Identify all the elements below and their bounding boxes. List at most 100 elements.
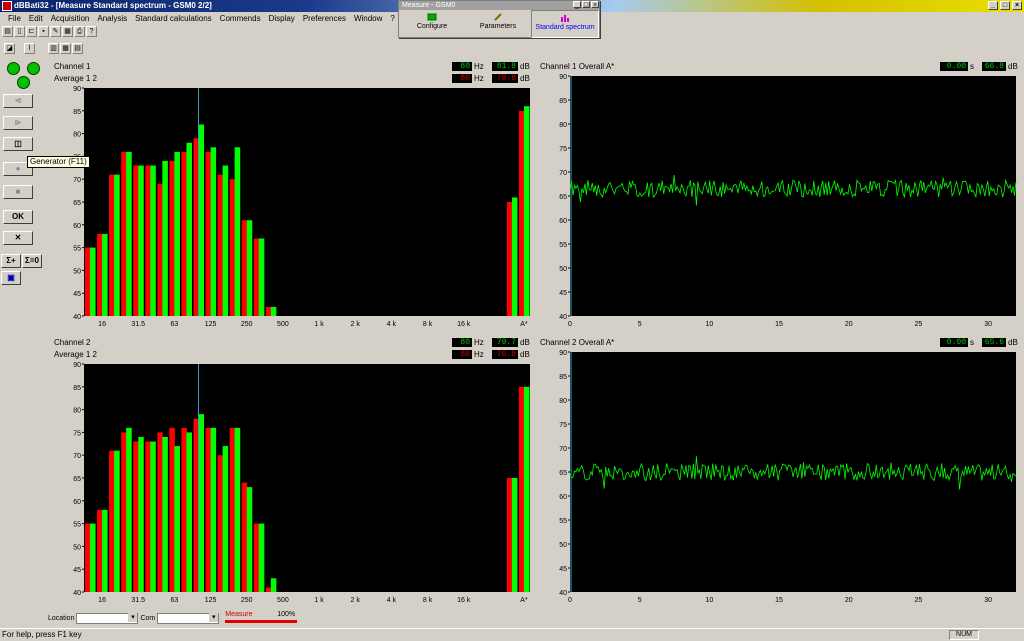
float-maximize-button[interactable]: □ (582, 1, 590, 9)
spectrum-bar (145, 441, 151, 592)
spectrum-bar (523, 386, 530, 592)
y-tick-label: 55 (73, 522, 81, 529)
maximize-button[interactable]: □ (1000, 1, 1010, 10)
menu-file[interactable]: File (4, 12, 25, 26)
spectrum-bar (186, 432, 192, 592)
panel-title: Channel 2 Overall A* (540, 338, 615, 347)
x-tick-label: 16 (98, 321, 106, 328)
spectrum-bar (109, 174, 115, 316)
float-close-button[interactable]: × (591, 1, 599, 9)
x-tick-label: 15 (775, 321, 783, 328)
x-tick-label: 1 k (314, 597, 324, 604)
table-view-icon[interactable]: ▦ (60, 43, 71, 54)
spectrum-bar (217, 174, 224, 316)
y-tick-label: 90 (73, 362, 81, 369)
x-tick-label: 0 (568, 321, 572, 328)
spectrum-bar (114, 174, 120, 316)
float-minimize-button[interactable]: _ (573, 1, 581, 9)
spectrum-bar (506, 478, 513, 592)
level-readout-2: 78.8 (492, 74, 518, 83)
x-tick-label: 16 k (457, 597, 471, 604)
freq-unit: Hz (474, 338, 484, 347)
parameters-button[interactable]: Parameters (465, 10, 531, 38)
overall-chart[interactable]: 40 45 50 55 60 65 70 75 80 85 90 0 5 10 15 20 25 30 (536, 348, 1022, 610)
spectrum-bar (253, 238, 260, 316)
minimize-button[interactable]: _ (988, 1, 998, 10)
generator-tooltip: Generator (F11) (27, 156, 90, 168)
rewind-button[interactable]: ⊲ (3, 94, 33, 108)
spectrum-bar (229, 427, 236, 592)
bars-view-icon[interactable]: ▥ (48, 43, 59, 54)
y-tick-label: 60 (559, 494, 567, 501)
spectrum-bar (133, 441, 139, 592)
menu-preferences[interactable]: Preferences (299, 12, 350, 26)
menu-standard-calculations[interactable]: Standard calculations (131, 12, 216, 26)
menu-analysis[interactable]: Analysis (93, 12, 131, 26)
y-tick-label: 55 (559, 518, 567, 525)
spectrum-bar (258, 238, 265, 316)
start-green-icon-3[interactable] (17, 76, 30, 89)
app-icon[interactable] (2, 1, 12, 11)
new-file-icon[interactable]: ▯ (14, 26, 25, 37)
x-tick-label: 0 (568, 597, 572, 604)
ok-button[interactable]: OK (3, 210, 33, 224)
x-tick-label: 1 k (314, 321, 324, 328)
start-green-icon[interactable] (7, 62, 20, 75)
x-tick-label: 250 (241, 321, 253, 328)
menu-commends[interactable]: Commends (216, 12, 265, 26)
freq-readout: 80 (452, 338, 472, 347)
start-green-icon-2[interactable] (27, 62, 40, 75)
standard-spectrum-button[interactable]: Standard spectrum (531, 10, 599, 38)
x-tick-label: 16 k (457, 321, 471, 328)
play-button[interactable]: ⊳ (3, 116, 33, 130)
stop-button[interactable]: ■ (3, 185, 33, 199)
level-unit: dB (520, 338, 530, 347)
print-icon[interactable]: ⎙ (74, 26, 85, 37)
grid-icon[interactable]: ▦ (62, 26, 73, 37)
menu-edit[interactable]: Edit (25, 12, 47, 26)
parameters-label: Parameters (479, 23, 517, 30)
pencil-icon[interactable]: ✎ (50, 26, 61, 37)
spectrum-bar (109, 450, 115, 592)
open-folder-icon[interactable]: ⊏ (26, 26, 37, 37)
save-disk-button[interactable]: ▣ (1, 271, 21, 285)
spectrum-bar (174, 446, 180, 592)
overall-chart[interactable]: 40 45 50 55 60 65 70 75 80 85 90 0 5 10 15 20 25 30 (536, 72, 1022, 334)
com-combo[interactable] (157, 612, 220, 624)
spectrum-chart[interactable]: 40455055606570758085901631.5631252505001… (50, 84, 534, 334)
x-tick-label: 5 (638, 321, 642, 328)
sigma-save-button[interactable]: Σ+ (1, 254, 21, 268)
spectrum-chart[interactable]: 40455055606570758085901631.5631252505001… (50, 360, 534, 610)
help-question-icon[interactable]: ? (86, 26, 97, 37)
spectrum-bar (138, 436, 144, 592)
y-tick-label: 70 (73, 453, 81, 460)
spectrum-bar (246, 220, 253, 316)
location-combo[interactable] (76, 612, 139, 624)
measure-progress-bar (225, 620, 298, 623)
x-tick-label: 25 (915, 597, 923, 604)
measure-float-window: Measure - GSM0 _ □ × Configure Parameter… (398, 0, 600, 38)
menu-acquisition[interactable]: Acquisition (47, 12, 94, 26)
configure-button[interactable]: Configure (399, 10, 465, 38)
menu-display[interactable]: Display (265, 12, 299, 26)
pencil-icon (494, 13, 502, 21)
cancel-x-button[interactable]: ✕ (3, 231, 33, 245)
x-tick-label: 15 (775, 597, 783, 604)
save-disk-icon[interactable]: ▪ (38, 26, 49, 37)
main-toolbar: ▤ ▯ ⊏ ▪ ✎ ▦ ⎙ ? (0, 26, 97, 40)
y-tick-label: 90 (559, 74, 567, 81)
spectrum-bar (205, 427, 212, 592)
spectrum-bar (150, 165, 156, 316)
layout-view-icon[interactable]: ▤ (72, 43, 83, 54)
y-tick-label: 85 (73, 109, 81, 116)
x-tick-label: 2 k (351, 321, 361, 328)
menu-help[interactable]: ? (386, 12, 398, 26)
standard-spectrum-label: Standard spectrum (535, 24, 595, 31)
app-tool-icon[interactable]: ▤ (2, 26, 13, 37)
menu-window[interactable]: Window (350, 12, 386, 26)
close-button[interactable]: × (1012, 1, 1022, 10)
generator-button[interactable]: ◫ (3, 137, 33, 151)
sigma-zero-button[interactable]: Σ=0 (22, 254, 42, 268)
configure-label: Configure (416, 23, 448, 30)
freq-unit-2: Hz (474, 350, 484, 359)
